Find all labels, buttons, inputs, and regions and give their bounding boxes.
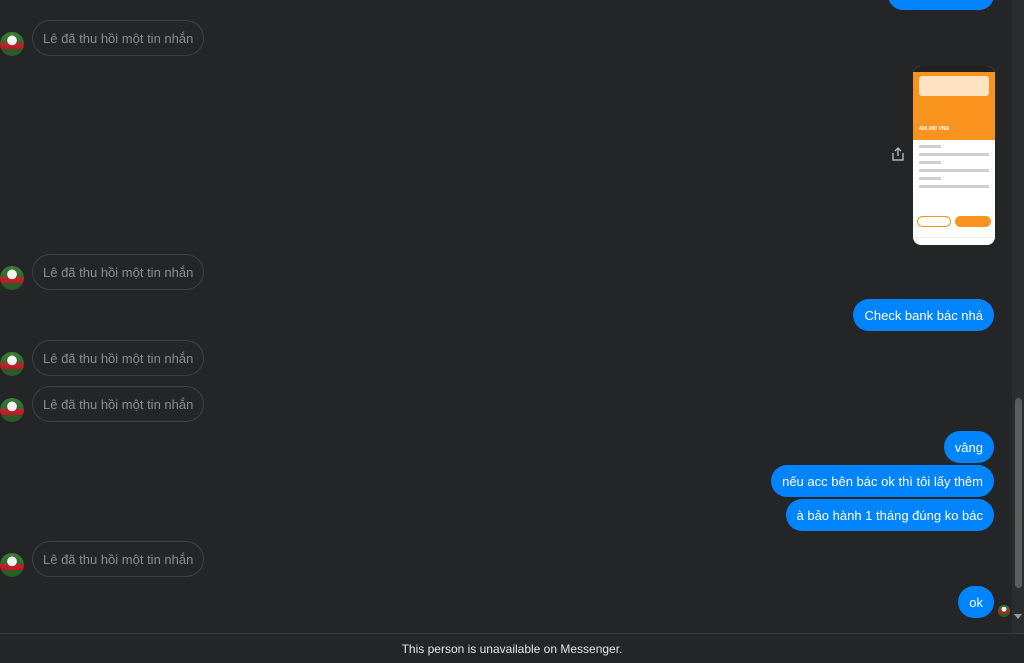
- avatar[interactable]: [0, 398, 24, 422]
- promo-banner: [913, 72, 995, 100]
- share-icon[interactable]: [890, 146, 906, 162]
- detail-line: [919, 185, 989, 188]
- scroll-down-arrow-icon[interactable]: [1014, 614, 1022, 619]
- message-text: vâng: [954, 439, 983, 455]
- secondary-button: [917, 216, 951, 227]
- image-attachment[interactable]: 400.000 VNĐ: [913, 66, 995, 245]
- unavailable-notice-bar: This person is unavailable on Messenger.: [0, 633, 1024, 663]
- detail-line: [919, 169, 989, 172]
- recalled-message-text: Lê đã thu hồi một tin nhắn: [43, 30, 194, 46]
- recalled-message[interactable]: Lê đã thu hồi một tin nhắn: [32, 541, 205, 577]
- outgoing-message[interactable]: ok: [958, 586, 994, 618]
- recalled-message[interactable]: Lê đã thu hồi một tin nhắn: [32, 254, 205, 290]
- message-text: Check bank bác nhá: [864, 307, 983, 323]
- unavailable-notice: This person is unavailable on Messenger.: [401, 641, 623, 656]
- scrollbar-thumb[interactable]: [1015, 398, 1022, 588]
- phone-nav-bar: [913, 237, 995, 245]
- recalled-message[interactable]: Lê đã thu hồi một tin nhắn: [32, 340, 205, 376]
- recalled-message-text: Lê đã thu hồi một tin nhắn: [43, 350, 194, 366]
- outgoing-message-partial[interactable]: [888, 0, 994, 10]
- avatar[interactable]: [0, 553, 24, 577]
- conversation-thread: Lê đã thu hồi một tin nhắn 400.000 VNĐ L…: [0, 0, 1012, 633]
- avatar[interactable]: [0, 32, 24, 56]
- recalled-message-text: Lê đã thu hồi một tin nhắn: [43, 264, 194, 280]
- transfer-header: 400.000 VNĐ: [913, 100, 995, 140]
- detail-line: [919, 177, 941, 180]
- outgoing-message[interactable]: nếu acc bên bác ok thì tôi lấy thêm: [771, 465, 994, 497]
- message-text: ok: [969, 594, 983, 610]
- recalled-message-text: Lê đã thu hồi một tin nhắn: [43, 396, 194, 412]
- message-text: nếu acc bên bác ok thì tôi lấy thêm: [782, 473, 983, 489]
- primary-button: [955, 216, 991, 227]
- promo-card: [919, 76, 989, 96]
- outgoing-message[interactable]: à bảo hành 1 tháng đúng ko bác: [785, 499, 994, 531]
- outgoing-message[interactable]: Check bank bác nhá: [853, 299, 994, 331]
- recalled-message[interactable]: Lê đã thu hồi một tin nhắn: [32, 20, 205, 56]
- recalled-message-text: Lê đã thu hồi một tin nhắn: [43, 551, 194, 567]
- avatar[interactable]: [0, 352, 24, 376]
- outgoing-message[interactable]: vâng: [943, 431, 994, 463]
- transfer-amount: 400.000 VNĐ: [919, 126, 950, 132]
- recalled-message[interactable]: Lê đã thu hồi một tin nhắn: [32, 386, 205, 422]
- detail-line: [919, 145, 941, 148]
- action-buttons: [917, 216, 991, 228]
- detail-line: [919, 161, 941, 164]
- detail-line: [919, 153, 989, 156]
- message-text: à bảo hành 1 tháng đúng ko bác: [796, 507, 984, 523]
- seen-avatar-icon: [998, 605, 1010, 617]
- avatar[interactable]: [0, 266, 24, 290]
- scrollbar[interactable]: [1012, 0, 1024, 633]
